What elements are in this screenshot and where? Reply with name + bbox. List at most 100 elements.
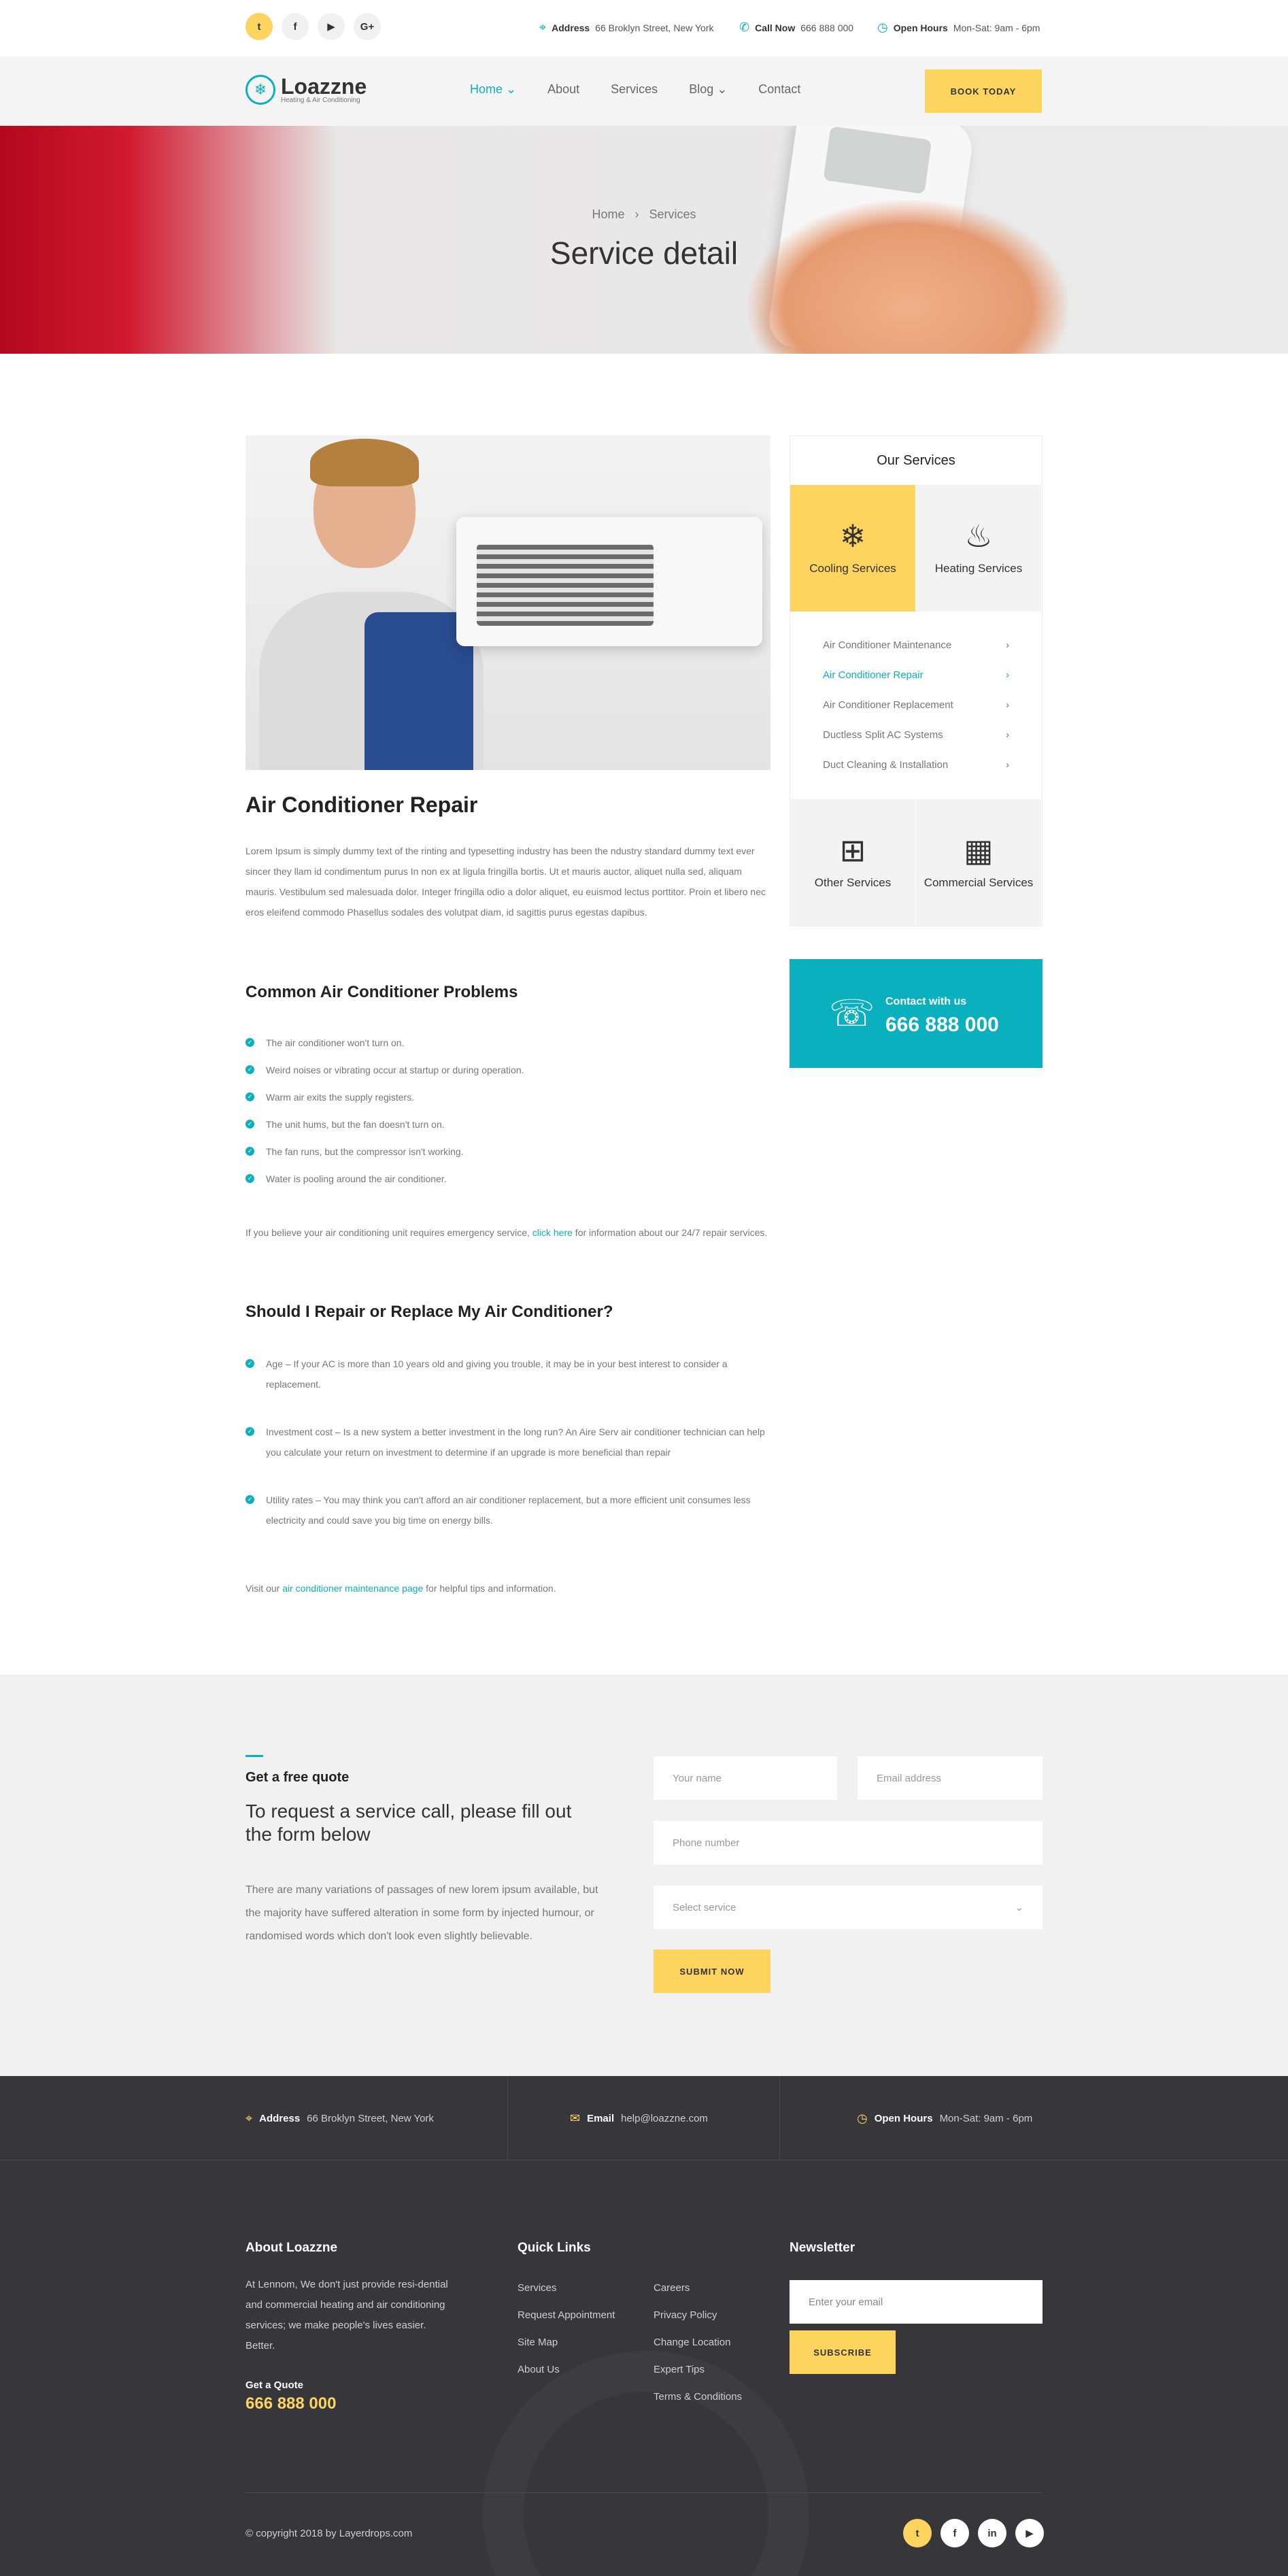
- newsletter-heading: Newsletter: [790, 2241, 855, 2255]
- service-select[interactable]: Select service ⌄: [654, 1886, 1043, 1929]
- snowflake-logo-icon: ❄: [245, 75, 275, 105]
- top-hours-value: Mon-Sat: 9am - 6pm: [953, 22, 1040, 33]
- phone-field[interactable]: Phone number: [654, 1821, 1043, 1864]
- footer-link[interactable]: Expert Tips: [654, 2356, 742, 2383]
- divider: [779, 2076, 780, 2160]
- page-title: Service detail: [549, 235, 739, 271]
- article-intro: Lorem Ipsum is simply dummy text of the …: [245, 846, 766, 918]
- top-bar: t f ▶ G+ ⌖ Address 66 Broklyn Street, Ne…: [0, 0, 1288, 56]
- footer-link[interactable]: Site Map: [518, 2329, 615, 2356]
- chevron-right-icon: ›: [1006, 639, 1009, 651]
- list-item: ✓ Utility rates – You may think you can't…: [245, 1490, 770, 1530]
- footer-address-label: Address: [259, 2113, 301, 2124]
- logo-tagline: Heating & Air Conditioning: [281, 96, 360, 104]
- service-card-label: Commercial Services: [923, 876, 1034, 889]
- name-field[interactable]: Your name: [654, 1756, 837, 1800]
- nav-services[interactable]: Services: [611, 82, 658, 97]
- twitter-icon[interactable]: t: [245, 13, 273, 40]
- building-icon: ▦: [964, 833, 994, 868]
- top-phone-value[interactable]: 666 888 000: [800, 22, 853, 33]
- nav-blog[interactable]: Blog ⌄: [689, 82, 727, 97]
- copyright: © copyright 2018 by Layerdrops.com: [245, 2528, 413, 2539]
- list-item: ✓ Age – If your AC is more than 10 years …: [245, 1354, 770, 1394]
- get-quote-number[interactable]: 666 888 000: [245, 2394, 336, 2413]
- click-here-link[interactable]: click here: [532, 1227, 573, 1238]
- service-link[interactable]: Air Conditioner Maintenance ›: [823, 631, 1009, 660]
- check-icon: ✓: [245, 1359, 254, 1368]
- list-item: ✓ The air conditioner won't turn on.: [245, 1033, 770, 1053]
- snowflake-icon: ❄: [839, 518, 866, 554]
- breadcrumb-current: Services: [649, 207, 696, 221]
- breadcrumb-home[interactable]: Home: [592, 207, 624, 221]
- newsletter-email-input[interactable]: Enter your email: [790, 2280, 1043, 2324]
- page-hero: Home › Services Service detail: [0, 126, 1288, 354]
- subscribe-button[interactable]: SUBSCRIBE: [790, 2330, 896, 2374]
- logo[interactable]: ❄ Loazzne Heating & Air Conditioning: [245, 75, 367, 105]
- submit-button[interactable]: SUBMIT NOW: [654, 1950, 770, 1993]
- list-item: ✓ The fan runs, but the compressor isn't …: [245, 1141, 770, 1162]
- footer-email-value[interactable]: help@loazzne.com: [621, 2113, 708, 2124]
- service-link[interactable]: Ductless Split AC Systems ›: [823, 720, 1009, 750]
- check-icon: ✓: [245, 1065, 254, 1074]
- problems-list: ✓ The air conditioner won't turn on. ✓ Wei…: [245, 1033, 770, 1196]
- contact-number[interactable]: 666 888 000: [885, 1014, 999, 1037]
- top-hours: ◷ Open Hours Mon-Sat: 9am - 6pm: [877, 20, 1040, 35]
- footer: About Loazzne At Lennom, We don't just p…: [0, 2160, 1288, 2576]
- maintenance-page-link[interactable]: air conditioner maintenance page: [282, 1583, 423, 1594]
- nav-contact[interactable]: Contact: [758, 82, 800, 97]
- footer-link[interactable]: Change Location: [654, 2329, 742, 2356]
- footer-link[interactable]: Request Appointment: [518, 2302, 615, 2329]
- footer-link[interactable]: Privacy Policy: [654, 2302, 742, 2329]
- top-hours-label: Open Hours: [893, 22, 948, 33]
- youtube-icon[interactable]: ▶: [318, 13, 345, 40]
- contact-box[interactable]: ☏ Contact with us 666 888 000: [790, 959, 1043, 1068]
- hand-image: [748, 201, 1068, 354]
- check-icon: ✓: [245, 1120, 254, 1128]
- accent-line: [245, 1755, 263, 1757]
- contact-label: Contact with us: [885, 996, 967, 1007]
- service-card-commercial[interactable]: ▦ Commercial Services: [916, 799, 1042, 926]
- email-field[interactable]: Email address: [858, 1756, 1043, 1800]
- repair-heading: Should I Repair or Replace My Air Condit…: [245, 1303, 613, 1321]
- google-plus-icon[interactable]: G+: [354, 13, 381, 40]
- service-links: Air Conditioner Maintenance › Air Conditi…: [790, 612, 1042, 799]
- footer-address: ⌖ Address 66 Broklyn Street, New York: [245, 2111, 434, 2126]
- footer-social-links: t f in ▶: [903, 2519, 1044, 2547]
- phone-icon: ✆: [739, 20, 750, 34]
- facebook-icon[interactable]: f: [940, 2519, 969, 2547]
- footer-link[interactable]: Terms & Conditions: [654, 2383, 742, 2411]
- get-quote-label: Get a Quote: [245, 2379, 304, 2391]
- footer-link[interactable]: Careers: [654, 2275, 742, 2302]
- fan-unit-icon: ⊞: [839, 833, 866, 868]
- divider: [507, 2076, 508, 2160]
- service-link[interactable]: Duct Cleaning & Installation ›: [823, 750, 1009, 780]
- linkedin-icon[interactable]: in: [978, 2519, 1006, 2547]
- clock-icon: ◷: [877, 20, 888, 34]
- book-today-button[interactable]: BOOK TODAY: [925, 69, 1042, 113]
- list-item: ✓ Warm air exits the supply registers.: [245, 1087, 770, 1107]
- service-card-other[interactable]: ⊞ Other Services: [790, 799, 916, 926]
- facebook-icon[interactable]: f: [282, 13, 309, 40]
- twitter-icon[interactable]: t: [903, 2519, 932, 2547]
- service-card-heating[interactable]: ♨ Heating Services: [916, 485, 1042, 612]
- service-cards-top: ❄ Cooling Services ♨ Heating Services: [790, 485, 1042, 612]
- footer-link[interactable]: Services: [518, 2275, 615, 2302]
- ac-unit: [456, 517, 762, 646]
- visit-paragraph: Visit our air conditioner maintenance pa…: [245, 1583, 556, 1594]
- service-link[interactable]: Air Conditioner Replacement ›: [823, 690, 1009, 720]
- check-icon: ✓: [245, 1147, 254, 1156]
- youtube-icon[interactable]: ▶: [1015, 2519, 1044, 2547]
- nav-home[interactable]: Home ⌄: [470, 82, 516, 97]
- article-title: Air Conditioner Repair: [245, 792, 478, 817]
- nav-about[interactable]: About: [547, 82, 579, 97]
- envelope-icon: ✉: [570, 2111, 581, 2125]
- clock-icon: ◷: [857, 2111, 868, 2125]
- logo-name: Loazzne: [281, 73, 367, 99]
- quick-links-heading: Quick Links: [518, 2241, 591, 2255]
- service-card-cooling[interactable]: ❄ Cooling Services: [790, 485, 916, 612]
- map-pin-icon: ⌖: [539, 20, 547, 34]
- about-heading: About Loazzne: [245, 2241, 338, 2255]
- service-link-active[interactable]: Air Conditioner Repair ›: [823, 660, 1009, 690]
- footer-link[interactable]: About Us: [518, 2356, 615, 2383]
- top-phone: ✆ Call Now 666 888 000: [739, 20, 853, 35]
